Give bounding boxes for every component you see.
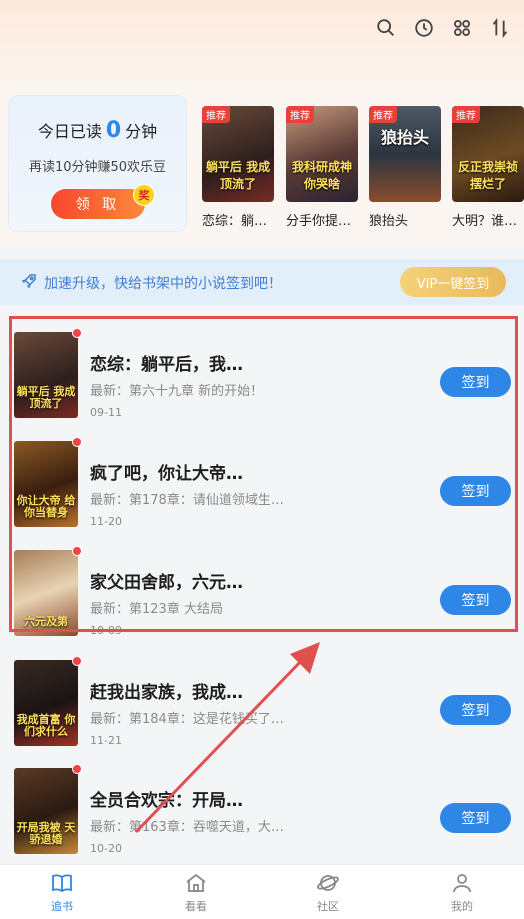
recommend-title: 狼抬头: [369, 214, 409, 229]
book-title: 全员合欢宗：开局…: [90, 791, 243, 811]
recommend-book[interactable]: 推荐 反正我崇祯 摆烂了 大明？谁…: [452, 106, 524, 229]
banner-text: 加速升级，快给书架中的小说签到吧！: [44, 276, 282, 292]
latest-chapter: 最新：第184章：这是花钱买了…: [90, 712, 284, 727]
cover-title: 反正我崇祯 摆烂了: [457, 160, 518, 191]
search-icon[interactable]: [374, 16, 398, 40]
reading-time-suffix: 分钟: [125, 122, 158, 141]
latest-chapter: 最新：第163章：吞噬天道，大…: [90, 820, 284, 835]
cover-title: 狼抬头: [380, 128, 429, 147]
tab-label: 看看: [185, 900, 207, 913]
book-title: 疯了吧，你让大帝…: [90, 464, 243, 484]
update-dot: [72, 437, 82, 447]
sign-button[interactable]: 签到: [440, 803, 511, 833]
book-title: 恋综：躺平后，我…: [90, 355, 243, 375]
update-dot: [72, 764, 82, 774]
book-cover: 推荐 躺平后 我成顶流了: [202, 106, 274, 202]
tab-community[interactable]: 社区: [298, 871, 358, 914]
update-date: 11-20: [90, 515, 122, 528]
book-icon: [52, 874, 72, 893]
book-cover: 我成首富 你们求什么: [14, 660, 78, 746]
book-cover: 推荐 反正我崇祯 摆烂了: [452, 106, 524, 202]
home-icon: [186, 873, 206, 892]
recommend-title: 恋综：躺…: [202, 214, 268, 229]
tab-bookshelf[interactable]: 追书: [32, 871, 92, 914]
book-title: 赶我出家族，我成…: [90, 683, 243, 703]
book-cover: 你让大帝 给你当替身: [14, 441, 78, 527]
list-item[interactable]: 我成首富 你们求什么 赶我出家族，我成… 最新：第184章：这是花钱买了… 11…: [0, 650, 524, 758]
top-icons: [374, 16, 512, 40]
cover-title: 躺平后 我成顶流了: [205, 160, 271, 191]
cover-title: 我科研成神 你哭啥: [291, 160, 352, 191]
rocket-icon: [20, 272, 38, 290]
history-icon[interactable]: [412, 16, 436, 40]
cover-title: 我成首富 你们求什么: [16, 712, 76, 738]
cover-title: 你让大帝 给你当替身: [16, 493, 76, 519]
cover-title: 开局我被 天骄退婚: [16, 820, 76, 846]
recommend-tag: 推荐: [202, 106, 230, 123]
tab-profile[interactable]: 我的: [432, 871, 492, 914]
tab-label: 社区: [317, 900, 339, 913]
book-cover: 躺平后 我成顶流了: [14, 332, 78, 418]
list-item[interactable]: 开局我被 天骄退婚 全员合欢宗：开局… 最新：第163章：吞噬天道，大… 10-…: [0, 758, 524, 866]
recommend-book[interactable]: 推荐 我科研成神 你哭啥 分手你提…: [286, 106, 358, 229]
recommend-title: 分手你提…: [286, 214, 352, 229]
update-date: 10-09: [90, 624, 122, 637]
tab-label: 我的: [451, 900, 473, 913]
tab-browse[interactable]: 看看: [166, 871, 226, 914]
cover-title: 六元及第: [24, 614, 68, 628]
book-title: 家父田舍郎，六元…: [90, 573, 243, 593]
reading-minutes: 0: [105, 118, 122, 143]
sign-button[interactable]: 签到: [440, 695, 511, 725]
recommend-book[interactable]: 推荐 躺平后 我成顶流了 恋综：躺…: [202, 106, 274, 229]
reading-time-title: 今日已读 0 分钟: [9, 118, 186, 143]
update-date: 10-20: [90, 842, 122, 855]
update-dot: [72, 546, 82, 556]
recommend-tag: 推荐: [286, 106, 314, 123]
book-cover: 六元及第: [14, 550, 78, 636]
bookshelf-list: 躺平后 我成顶流了 恋综：躺平后，我… 最新：第六十九章 新的开始！ 09-11…: [0, 312, 524, 864]
vip-sign-button[interactable]: VIP一键签到: [400, 267, 506, 297]
shelf-header: 今日已读 0 分钟 再读10分钟赚50欢乐豆 领 取 奖 推荐 躺平后 我成顶流了 …: [0, 86, 524, 246]
latest-chapter: 最新：第178章：请仙道领域生…: [90, 493, 284, 508]
prize-badge: 奖: [133, 184, 155, 206]
recommend-title: 大明？谁…: [452, 214, 518, 229]
list-item[interactable]: 躺平后 我成顶流了 恋综：躺平后，我… 最新：第六十九章 新的开始！ 09-11…: [0, 322, 524, 430]
book-cover: 推荐 狼抬头: [369, 106, 441, 202]
book-cover: 开局我被 天骄退婚: [14, 768, 78, 854]
list-item[interactable]: 六元及第 家父田舍郎，六元… 最新：第123章 大结局 10-09 签到: [0, 540, 524, 648]
reading-time-prefix: 今日已读: [37, 122, 102, 141]
latest-chapter: 最新：第123章 大结局: [90, 602, 223, 617]
update-date: 11-21: [90, 734, 122, 747]
sign-button[interactable]: 签到: [440, 476, 511, 506]
cover-title: 躺平后 我成顶流了: [16, 384, 76, 410]
sort-icon[interactable]: [488, 16, 512, 40]
bottom-tab-bar: 追书 看看 社区 我的: [0, 864, 524, 919]
sign-button[interactable]: 签到: [440, 585, 511, 615]
latest-chapter: 最新：第六十九章 新的开始！: [90, 384, 264, 399]
recommend-tag: 推荐: [452, 106, 480, 123]
recommend-book[interactable]: 推荐 狼抬头 狼抬头: [369, 106, 441, 229]
book-cover: 推荐 我科研成神 你哭啥: [286, 106, 358, 202]
collect-button[interactable]: 领 取: [51, 189, 145, 219]
tab-label: 追书: [51, 900, 73, 913]
update-date: 09-11: [90, 406, 122, 419]
top-bar: [0, 0, 524, 86]
update-dot: [72, 656, 82, 666]
reading-reward-text: 再读10分钟赚50欢乐豆: [28, 160, 167, 175]
reading-time-card: 今日已读 0 分钟 再读10分钟赚50欢乐豆 领 取 奖: [8, 95, 187, 232]
recommend-tag: 推荐: [369, 106, 397, 123]
grid-icon[interactable]: [450, 16, 474, 40]
list-item[interactable]: 你让大帝 给你当替身 疯了吧，你让大帝… 最新：第178章：请仙道领域生… 11…: [0, 431, 524, 539]
sign-button[interactable]: 签到: [440, 367, 511, 397]
planet-icon: [317, 875, 339, 891]
sign-in-banner: 加速升级，快给书架中的小说签到吧！ VIP一键签到: [0, 259, 524, 305]
update-dot: [72, 328, 82, 338]
user-icon: [453, 874, 471, 893]
